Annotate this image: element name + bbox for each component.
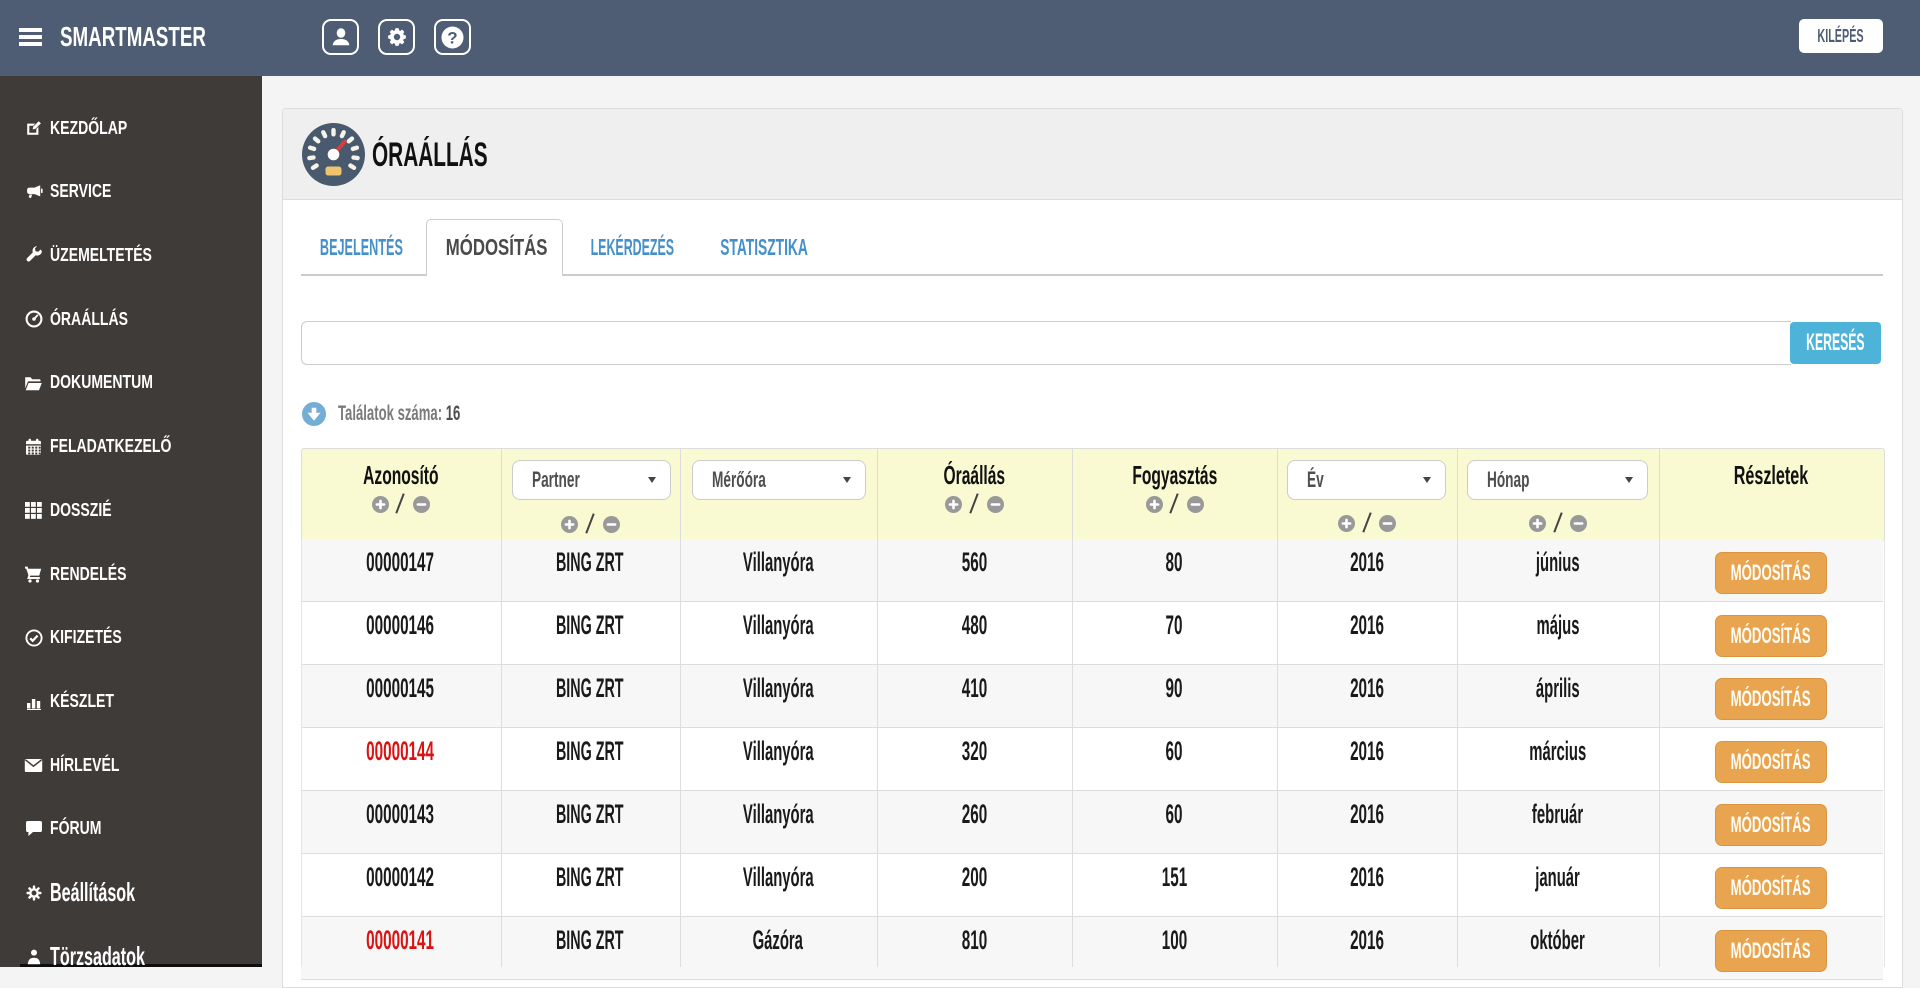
svg-text:?: ? xyxy=(447,28,457,47)
